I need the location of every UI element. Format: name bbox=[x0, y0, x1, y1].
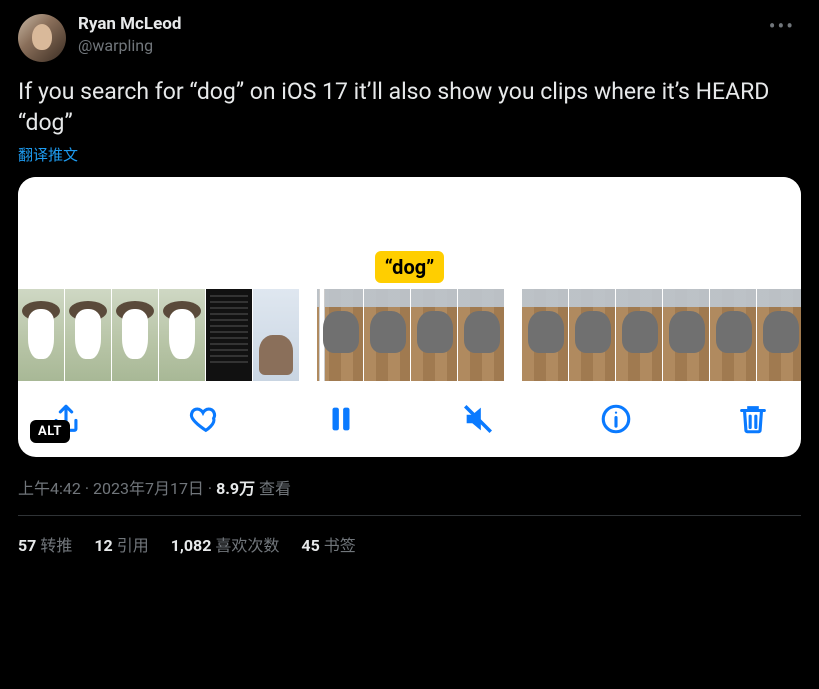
likes-stat[interactable]: 1,082喜欢次数 bbox=[171, 532, 280, 556]
author-block: Ryan McLeod @warpling bbox=[78, 14, 751, 55]
author-handle[interactable]: @warpling bbox=[78, 36, 751, 55]
avatar[interactable] bbox=[18, 14, 66, 62]
tweet-date[interactable]: 2023年7月17日 bbox=[93, 479, 204, 498]
trash-icon[interactable] bbox=[733, 399, 773, 439]
views-label: 查看 bbox=[255, 479, 291, 498]
playhead-icon[interactable] bbox=[319, 289, 325, 381]
bookmarks-stat[interactable]: 45 书签 bbox=[301, 532, 355, 556]
pause-icon[interactable] bbox=[321, 399, 361, 439]
tweet-stats: 57转推 12 引用 1,082喜欢次数 45 书签 bbox=[18, 516, 801, 556]
clip-thumbnail[interactable] bbox=[112, 289, 158, 381]
bookmarks-count: 45 bbox=[301, 536, 319, 555]
quotes-count: 12 bbox=[94, 536, 112, 555]
more-icon[interactable]: ••• bbox=[763, 14, 801, 38]
mute-icon[interactable] bbox=[458, 399, 498, 439]
quotes-label: 引用 bbox=[117, 536, 149, 555]
clip-thumbnail[interactable] bbox=[757, 289, 801, 381]
author-name[interactable]: Ryan McLeod bbox=[78, 14, 751, 34]
likes-count: 1,082 bbox=[171, 536, 212, 555]
clip-thumbnail[interactable] bbox=[522, 289, 568, 381]
bookmarks-label: 书签 bbox=[324, 536, 356, 555]
clip-thumbnail[interactable] bbox=[458, 289, 504, 381]
meta-sep: · bbox=[204, 479, 216, 498]
clip-thumbnail[interactable] bbox=[206, 289, 252, 381]
media-card: “dog” bbox=[18, 177, 801, 457]
clip-thumbnail[interactable] bbox=[18, 289, 64, 381]
translate-link[interactable]: 翻译推文 bbox=[18, 144, 801, 165]
clip-group-1[interactable] bbox=[18, 289, 299, 381]
clip-thumbnail[interactable] bbox=[569, 289, 615, 381]
clip-thumbnail[interactable] bbox=[663, 289, 709, 381]
media-toolbar bbox=[18, 381, 801, 447]
video-scrubber[interactable] bbox=[18, 289, 801, 381]
views-count[interactable]: 8.9万 bbox=[216, 479, 255, 498]
clip-thumbnail[interactable] bbox=[317, 289, 363, 381]
clip-group-2[interactable] bbox=[317, 289, 504, 381]
clip-thumbnail[interactable] bbox=[710, 289, 756, 381]
quotes-stat[interactable]: 12 引用 bbox=[94, 532, 148, 556]
tweet-time[interactable]: 上午4:42 bbox=[18, 479, 81, 498]
clip-group-3[interactable] bbox=[522, 289, 801, 381]
media-header: “dog” bbox=[18, 177, 801, 289]
clip-thumbnail[interactable] bbox=[364, 289, 410, 381]
tweet-text: If you search for “dog” on iOS 17 it’ll … bbox=[18, 76, 801, 138]
retweets-label: 转推 bbox=[40, 536, 72, 555]
clip-thumbnail[interactable] bbox=[253, 289, 299, 381]
clip-thumbnail[interactable] bbox=[411, 289, 457, 381]
caption-tag: “dog” bbox=[375, 251, 445, 283]
tweet-container: Ryan McLeod @warpling ••• If you search … bbox=[0, 0, 819, 556]
tweet-meta: 上午4:42 · 2023年7月17日 · 8.9万 查看 bbox=[18, 475, 801, 516]
tweet-header: Ryan McLeod @warpling ••• bbox=[18, 14, 801, 62]
alt-badge[interactable]: ALT bbox=[30, 420, 70, 443]
retweets-stat[interactable]: 57转推 bbox=[18, 532, 72, 556]
meta-sep: · bbox=[81, 479, 93, 498]
info-icon[interactable] bbox=[596, 399, 636, 439]
clip-thumbnail[interactable] bbox=[616, 289, 662, 381]
clip-thumbnail[interactable] bbox=[65, 289, 111, 381]
retweets-count: 57 bbox=[18, 536, 36, 555]
heart-icon[interactable] bbox=[183, 399, 223, 439]
clip-thumbnail[interactable] bbox=[159, 289, 205, 381]
likes-label: 喜欢次数 bbox=[215, 536, 279, 555]
